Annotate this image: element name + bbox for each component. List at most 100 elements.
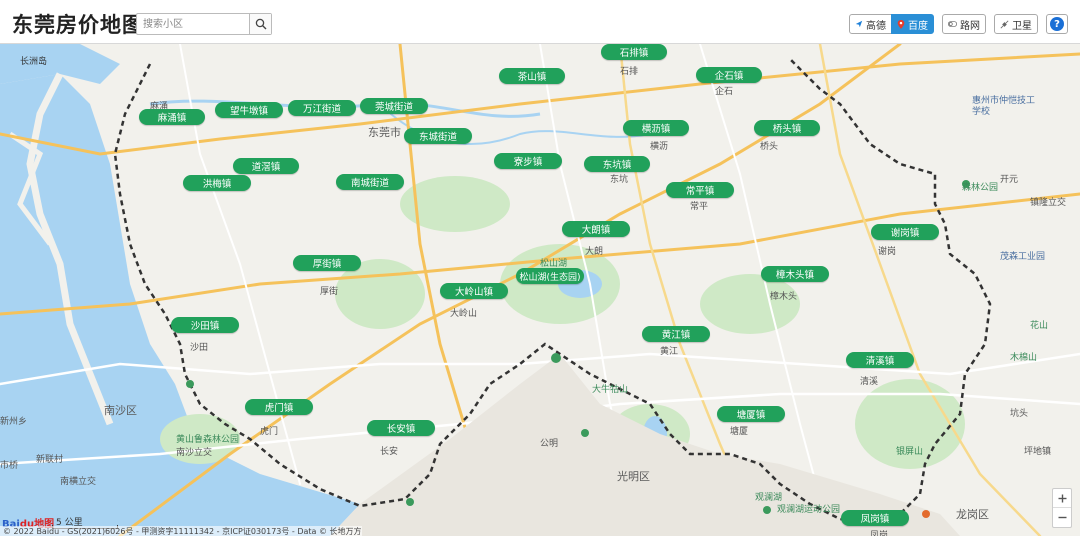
baidu-button[interactable]: 百度 <box>891 14 934 34</box>
place-da-ling-shan: 大岭山 <box>450 309 478 319</box>
help-icon: ? <box>1050 17 1064 31</box>
place-sen-lin-gongyuan: 森林公园 <box>962 183 999 193</box>
place-maoseng: 茂森工业园 <box>1000 252 1046 262</box>
search-box <box>136 13 272 35</box>
place-qi-shi: 企石 <box>715 87 734 97</box>
place-nan-heng-li: 南横立交 <box>60 477 97 487</box>
place-chang-an: 长安 <box>380 447 399 457</box>
plus-icon <box>1058 494 1066 502</box>
zoom-control <box>1052 488 1072 528</box>
satellite-label: 卫星 <box>1012 20 1032 32</box>
search-button[interactable] <box>249 14 271 34</box>
place-xinliancun: 新联村 <box>36 455 64 465</box>
amap-button[interactable]: 高德 <box>849 14 892 34</box>
place-qing-xi: 清溪 <box>860 377 879 387</box>
place-chang-ping: 常平 <box>690 202 709 212</box>
town-label-fenggang[interactable]: 凤岗镇 <box>841 510 909 526</box>
minus-icon <box>1058 516 1066 519</box>
town-label-qingxi[interactable]: 清溪镇 <box>846 352 914 368</box>
place-da-niu-gu-shan: 大牛牯山 <box>592 385 629 395</box>
road-network-button[interactable]: 路网 <box>942 14 986 34</box>
place-hua-shan: 花山 <box>1030 321 1049 331</box>
help-button[interactable]: ? <box>1046 14 1068 34</box>
town-label-xiegang[interactable]: 谢岗镇 <box>871 224 939 240</box>
search-input[interactable] <box>137 14 249 34</box>
place-zhang-mu-tou: 樟木头 <box>770 292 798 302</box>
town-label-dongkeng[interactable]: 东坑镇 <box>584 156 650 172</box>
town-label-machong[interactable]: 麻涌镇 <box>139 109 205 125</box>
place-hou-jie: 厚街 <box>320 287 339 297</box>
town-label-houjie[interactable]: 厚街镇 <box>293 255 361 271</box>
place-heng-li: 横沥 <box>650 142 669 152</box>
satellite-icon <box>1000 20 1009 28</box>
toggle-icon <box>948 21 957 27</box>
place-yin-ping-shan: 银屏山 <box>896 447 924 457</box>
town-label-huangjiang[interactable]: 黄江镇 <box>642 326 710 342</box>
town-label-shipai[interactable]: 石排镇 <box>601 44 667 60</box>
place-nansha-ligong: 南沙立交 <box>176 448 213 458</box>
place-feng-gang: 凤岗 <box>870 531 889 536</box>
town-label-daojiao[interactable]: 道滘镇 <box>233 158 299 174</box>
satellite-button[interactable]: 卫星 <box>994 14 1038 34</box>
town-label-qiaotou[interactable]: 桥头镇 <box>754 120 820 136</box>
town-label-dongcheng[interactable]: 东城街道 <box>404 128 472 144</box>
place-xinzhu-xiang: 新州乡 <box>0 417 28 427</box>
copyright-text: © 2022 Baidu - GS(2021)6026号 - 甲测资字11111… <box>0 526 362 536</box>
search-icon <box>255 18 266 30</box>
app-window: 东莞房价地图 高德 百度 路网 卫星 ? <box>0 0 1080 536</box>
place-kengtou: 坑头 <box>1010 409 1029 419</box>
town-label-shatian[interactable]: 沙田镇 <box>171 317 239 333</box>
place-huizhou-school: 惠州市仲恺技工学校 <box>972 96 1036 117</box>
place-gongming: 公明 <box>540 439 559 449</box>
town-label-liaobu[interactable]: 寮步镇 <box>494 153 562 169</box>
road-network-label: 路网 <box>960 20 980 32</box>
town-label-wangniudun[interactable]: 望牛墩镇 <box>215 102 283 118</box>
map-canvas[interactable]: 长洲岛 东莞市 麻涌 石排 企石 桥头 横沥 东坑 常平 大朗 谢岗 樟木头 清… <box>0 44 1080 536</box>
place-dong-keng: 东坑 <box>610 175 629 185</box>
place-da-lang: 大朗 <box>585 247 604 257</box>
town-label-changping[interactable]: 常平镇 <box>666 182 734 198</box>
place-zhen-long: 镇隆立交 <box>1030 198 1067 208</box>
location-pin-icon <box>897 19 905 29</box>
place-nan-sha-qu: 南沙区 <box>104 404 137 417</box>
zoom-out-button[interactable] <box>1053 508 1071 527</box>
place-xie-gang: 谢岗 <box>878 247 897 257</box>
place-pingdi: 坪地镇 <box>1024 447 1052 457</box>
zoom-in-button[interactable] <box>1053 489 1071 508</box>
place-sha-tian: 沙田 <box>190 343 209 353</box>
place-guanlan-sport: 观澜湖运动公园 <box>777 505 841 515</box>
place-qiao-tou: 桥头 <box>760 142 779 152</box>
place-guang-ming-qu: 光明区 <box>617 470 650 483</box>
town-label-qishi[interactable]: 企石镇 <box>696 67 762 83</box>
place-long-gang-qu: 龙岗区 <box>956 508 989 521</box>
place-tang-xia: 塘厦 <box>730 427 749 437</box>
header-bar: 东莞房价地图 高德 百度 路网 卫星 ? <box>0 0 1080 44</box>
place-shi-pai: 石排 <box>620 67 639 77</box>
town-label-hengli[interactable]: 横沥镇 <box>623 120 689 136</box>
town-label-hongmei[interactable]: 洪梅镇 <box>183 175 251 191</box>
town-label-dalingshan[interactable]: 大岭山镇 <box>440 283 508 299</box>
place-changzhou-dao: 长洲岛 <box>20 57 48 67</box>
place-hu-men: 虎门 <box>260 427 279 437</box>
town-label-changan[interactable]: 长安镇 <box>367 420 435 436</box>
amap-button-label: 高德 <box>866 20 886 32</box>
town-label-guancheng[interactable]: 莞城街道 <box>360 98 428 114</box>
town-label-nancheng[interactable]: 南城街道 <box>336 174 404 190</box>
site-logo[interactable]: 东莞房价地图 <box>12 9 144 39</box>
amap-icon <box>855 20 863 28</box>
place-shiqiao: 市桥 <box>0 461 19 471</box>
town-label-zhangmutou[interactable]: 樟木头镇 <box>761 266 829 282</box>
town-label-chashan[interactable]: 茶山镇 <box>499 68 565 84</box>
town-label-dalang[interactable]: 大朗镇 <box>562 221 630 237</box>
place-huang-jiang: 黄江 <box>660 347 679 357</box>
place-mu-mian-shan: 木棉山 <box>1010 353 1038 363</box>
place-huang-shan-lu: 黄山鲁森林公园 <box>176 435 240 445</box>
place-kaiyuan: 开元 <box>1000 175 1019 185</box>
town-label-songshanhu[interactable]: 松山湖(生态园) <box>516 268 584 284</box>
town-label-tangxia[interactable]: 塘厦镇 <box>717 406 785 422</box>
town-label-wanjiang[interactable]: 万江街道 <box>288 100 356 116</box>
town-label-humen[interactable]: 虎门镇 <box>245 399 313 415</box>
baidu-button-label: 百度 <box>908 20 928 32</box>
place-dongguan-city: 东莞市 <box>368 126 401 139</box>
park-4 <box>700 274 800 334</box>
